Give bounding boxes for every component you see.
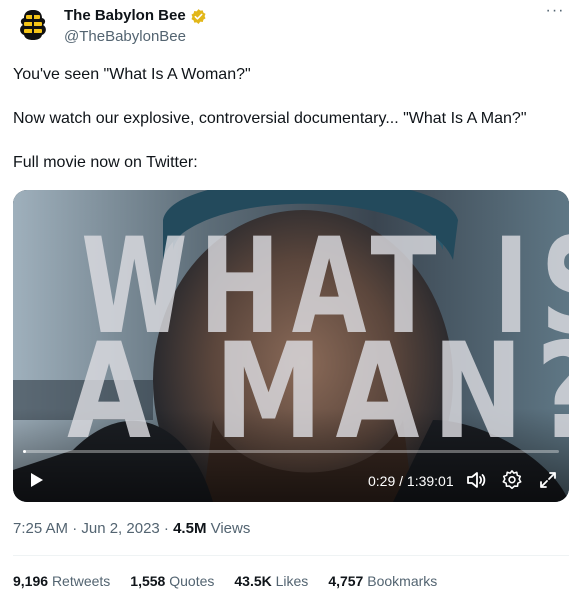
fullscreen-icon[interactable] (535, 467, 561, 493)
more-options-icon[interactable]: ··· (543, 3, 567, 24)
retweets-label: Retweets (51, 573, 111, 589)
tweet-text: You've seen "What Is A Woman?" Now watch… (13, 64, 563, 196)
retweets-count: 9,196 (13, 573, 49, 589)
views-label: Views (206, 520, 251, 537)
tweet-line-3: Full movie now on Twitter: (13, 154, 198, 171)
tweet-line-2: Now watch our explosive, controversial d… (13, 110, 527, 127)
video-controls: 0:29 / 1:39:01 (13, 462, 569, 502)
settings-gear-icon[interactable] (499, 467, 525, 493)
author-handle[interactable]: @TheBabylonBee (64, 27, 207, 47)
bookmarks-label: Bookmarks (367, 573, 438, 589)
video-title-overlay: WHAT IS A MAN? (13, 190, 569, 502)
retweets-stat[interactable]: 9,196 Retweets (13, 573, 110, 589)
author-block: The Babylon Bee @TheBabylonBee (64, 7, 207, 47)
author-name[interactable]: The Babylon Bee (64, 7, 186, 25)
engagement-stats: 9,196 Retweets 1,558 Quotes 43.5K Likes … (13, 573, 457, 589)
timestamp[interactable]: 7:25 AM · Jun 2, 2023 · (13, 520, 173, 537)
likes-count: 43.5K (234, 573, 272, 589)
quotes-count: 1,558 (130, 573, 166, 589)
views-count: 4.5M (173, 520, 207, 537)
progress-bar[interactable] (23, 450, 559, 453)
tweet-line-1: You've seen "What Is A Woman?" (13, 66, 251, 83)
quotes-stat[interactable]: 1,558 Quotes (130, 573, 214, 589)
tweet-meta: 7:25 AM · Jun 2, 2023 · 4.5M Views (13, 520, 250, 537)
bookmarks-count: 4,757 (328, 573, 364, 589)
tweet-header: The Babylon Bee @TheBabylonBee ··· (13, 3, 569, 47)
volume-icon[interactable] (463, 467, 489, 493)
bee-logo-avatar[interactable] (13, 4, 53, 44)
play-icon[interactable] (23, 467, 49, 493)
progress-fill (23, 450, 27, 453)
likes-stat[interactable]: 43.5K Likes (234, 573, 308, 589)
likes-label: Likes (275, 573, 309, 589)
overlay-line-2: A MAN? (67, 313, 569, 469)
divider (13, 555, 569, 556)
video-time: 0:29 / 1:39:01 (368, 473, 454, 489)
verified-badge-icon[interactable] (190, 8, 207, 25)
video-player[interactable]: WHAT IS A MAN? 0:29 / 1:39:01 (13, 190, 569, 502)
bookmarks-stat[interactable]: 4,757 Bookmarks (328, 573, 437, 589)
quotes-label: Quotes (169, 573, 215, 589)
